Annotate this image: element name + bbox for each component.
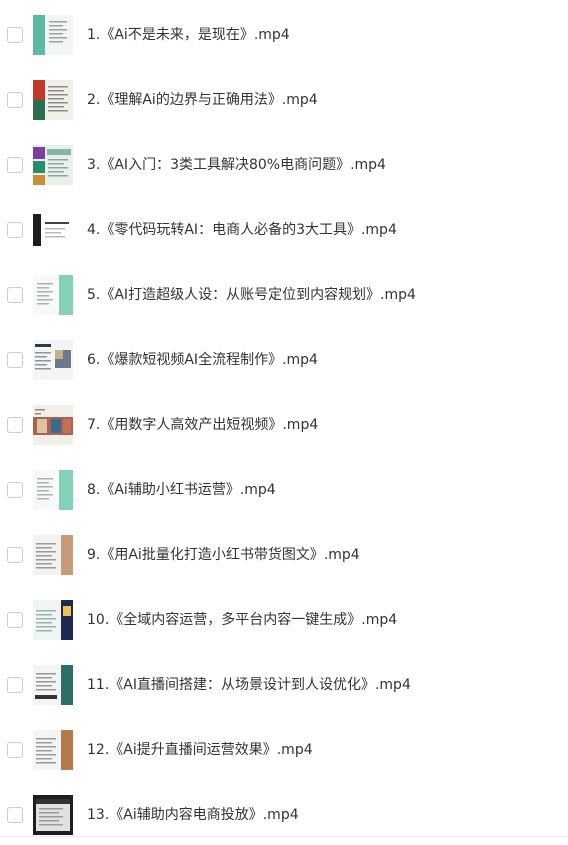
file-checkbox[interactable]: [7, 742, 23, 758]
video-thumbnail[interactable]: [33, 80, 73, 120]
video-thumbnail[interactable]: [33, 600, 73, 640]
file-name[interactable]: 1.《Ai不是未来，是现在》.mp4: [87, 26, 290, 44]
file-row[interactable]: 12.《Ai提升直播间运营效果》.mp4: [0, 715, 568, 780]
file-name[interactable]: 2.《理解Ai的边界与正确用法》.mp4: [87, 91, 318, 109]
video-thumbnail[interactable]: [33, 405, 73, 445]
file-name[interactable]: 3.《AI入门：3类工具解决80%电商问题》.mp4: [87, 156, 386, 174]
file-checkbox[interactable]: [7, 352, 23, 368]
file-checkbox[interactable]: [7, 677, 23, 693]
video-thumbnail[interactable]: [33, 535, 73, 575]
file-checkbox[interactable]: [7, 287, 23, 303]
file-name[interactable]: 9.《用Ai批量化打造小红书带货图文》.mp4: [87, 546, 360, 564]
file-name[interactable]: 6.《爆款短视频AI全流程制作》.mp4: [87, 351, 318, 369]
file-checkbox[interactable]: [7, 157, 23, 173]
video-thumbnail[interactable]: [33, 470, 73, 510]
file-row[interactable]: 5.《AI打造超级人设：从账号定位到内容规划》.mp4: [0, 260, 568, 325]
file-checkbox[interactable]: [7, 612, 23, 628]
video-thumbnail[interactable]: [33, 145, 73, 185]
file-checkbox[interactable]: [7, 222, 23, 238]
file-name[interactable]: 11.《AI直播间搭建：从场景设计到人设优化》.mp4: [87, 676, 411, 694]
video-thumbnail[interactable]: [33, 340, 73, 380]
file-row[interactable]: 4.《零代码玩转AI：电商人必备的3大工具》.mp4: [0, 195, 568, 260]
file-checkbox[interactable]: [7, 547, 23, 563]
list-divider: [0, 836, 568, 837]
file-list: 1.《Ai不是未来，是现在》.mp4 2.《理解Ai的边界与正确用法》.mp4 3.…: [0, 0, 568, 845]
file-name[interactable]: 13.《Ai辅助内容电商投放》.mp4: [87, 806, 299, 824]
video-thumbnail[interactable]: [33, 795, 73, 835]
video-thumbnail[interactable]: [33, 15, 73, 55]
file-name[interactable]: 5.《AI打造超级人设：从账号定位到内容规划》.mp4: [87, 286, 416, 304]
file-checkbox[interactable]: [7, 807, 23, 823]
file-row[interactable]: 8.《Ai辅助小红书运营》.mp4: [0, 455, 568, 520]
file-row[interactable]: 6.《爆款短视频AI全流程制作》.mp4: [0, 325, 568, 390]
file-checkbox[interactable]: [7, 27, 23, 43]
video-thumbnail[interactable]: [33, 275, 73, 315]
file-row[interactable]: 7.《用数字人高效产出短视频》.mp4: [0, 390, 568, 455]
file-name[interactable]: 8.《Ai辅助小红书运营》.mp4: [87, 481, 276, 499]
video-thumbnail[interactable]: [33, 730, 73, 770]
file-row[interactable]: 3.《AI入门：3类工具解决80%电商问题》.mp4: [0, 130, 568, 195]
file-name[interactable]: 7.《用数字人高效产出短视频》.mp4: [87, 416, 318, 434]
video-thumbnail[interactable]: [33, 210, 73, 250]
file-checkbox[interactable]: [7, 417, 23, 433]
video-thumbnail[interactable]: [33, 665, 73, 705]
file-row[interactable]: 1.《Ai不是未来，是现在》.mp4: [0, 0, 568, 65]
file-name[interactable]: 12.《Ai提升直播间运营效果》.mp4: [87, 741, 313, 759]
file-row[interactable]: 2.《理解Ai的边界与正确用法》.mp4: [0, 65, 568, 130]
file-row[interactable]: 11.《AI直播间搭建：从场景设计到人设优化》.mp4: [0, 650, 568, 715]
file-row[interactable]: 10.《全域内容运营，多平台内容一键生成》.mp4: [0, 585, 568, 650]
file-checkbox[interactable]: [7, 482, 23, 498]
file-name[interactable]: 4.《零代码玩转AI：电商人必备的3大工具》.mp4: [87, 221, 397, 239]
file-row[interactable]: 9.《用Ai批量化打造小红书带货图文》.mp4: [0, 520, 568, 585]
file-checkbox[interactable]: [7, 92, 23, 108]
file-name[interactable]: 10.《全域内容运营，多平台内容一键生成》.mp4: [87, 611, 397, 629]
